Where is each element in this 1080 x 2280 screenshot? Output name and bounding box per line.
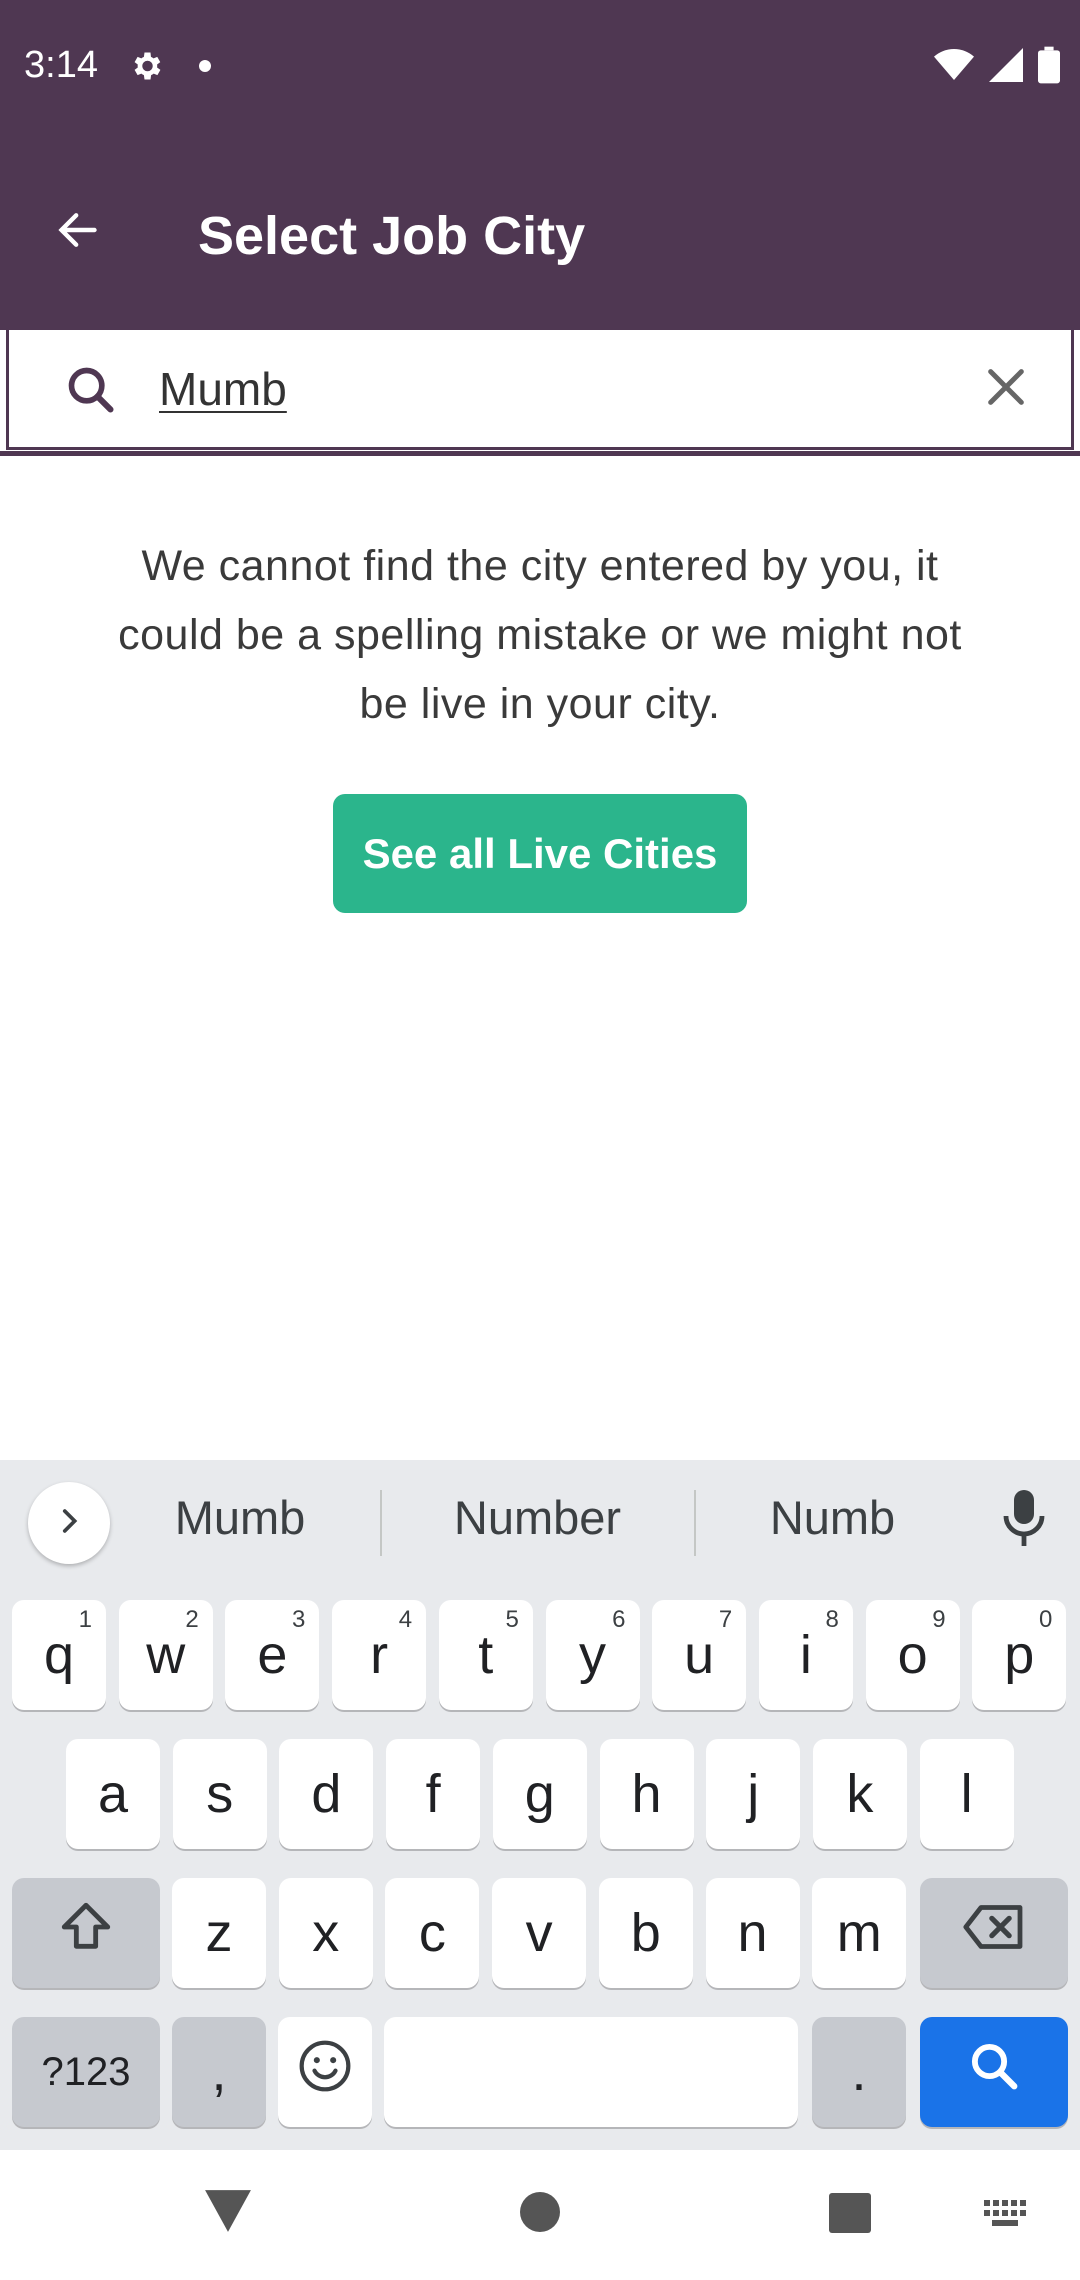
suggestion-divider [694,1490,696,1556]
key-k[interactable]: k [812,1739,907,1849]
key-hint: 6 [612,1606,626,1633]
key-u[interactable]: u7 [652,1600,747,1710]
shift-key[interactable] [12,1878,160,1988]
key-h[interactable]: h [599,1739,694,1849]
period-key[interactable]: . [812,2017,906,2127]
key-label: q [43,1625,75,1685]
key-hint: 4 [398,1606,413,1633]
search-icon [967,2039,1021,2106]
key-label: o [897,1625,928,1685]
key-hint: 5 [505,1606,519,1633]
key-a[interactable]: a [66,1739,160,1849]
signal-icon [988,48,1024,87]
app-bar: Select Job City [0,135,1080,330]
emoji-icon [297,2038,353,2107]
key-label: t [478,1625,494,1685]
key-n[interactable]: n [705,1878,800,1988]
key-label: p [1004,1625,1035,1685]
chevron-right-icon [52,1504,86,1543]
search-key[interactable] [920,2017,1068,2127]
key-s[interactable]: s [172,1739,267,1849]
key-z[interactable]: z [172,1878,266,1988]
see-all-cities-button[interactable]: See all Live Cities [333,794,747,913]
backspace-icon [961,1901,1027,1966]
key-x[interactable]: x [278,1878,373,1988]
empty-state-message: We cannot find the city entered by you, … [118,542,962,728]
close-icon[interactable] [983,364,1029,415]
search-bar [6,330,1074,450]
suggestion-item[interactable]: Number [420,1490,655,1545]
wifi-icon [934,48,974,87]
key-label: u [684,1625,715,1685]
key-hint: 8 [825,1606,839,1633]
key-label: r [370,1625,389,1685]
key-hint: 0 [1038,1606,1053,1633]
key-hint: 2 [185,1606,199,1633]
key-e[interactable]: e3 [225,1600,320,1710]
comma-key[interactable]: , [172,2017,266,2127]
page-title: Select Job City [198,206,586,266]
suggestion-item[interactable]: Mumb [140,1490,340,1545]
suggestion-strip: Mumb Number Numb [0,1460,1080,1585]
soft-keyboard: Mumb Number Numb ?123 , . q1w2e3r4t5y6u7… [0,1460,1080,2150]
key-q[interactable]: q1 [12,1600,106,1710]
key-r[interactable]: r4 [332,1600,427,1710]
key-hint: 7 [718,1606,733,1633]
suggestion-item[interactable]: Numb [725,1490,940,1545]
nav-home-icon[interactable] [518,2190,562,2239]
key-label: e [257,1625,288,1685]
key-label: i [799,1625,812,1685]
key-l[interactable]: l [919,1739,1014,1849]
suggestion-expand-button[interactable] [28,1482,110,1564]
key-y[interactable]: y6 [545,1600,640,1710]
key-hint: 1 [78,1606,92,1633]
key-d[interactable]: d [279,1739,374,1849]
backspace-key[interactable] [920,1878,1068,1988]
nav-back-icon[interactable] [203,2188,253,2239]
key-hint: 9 [932,1606,946,1633]
battery-icon [1038,46,1060,89]
key-t[interactable]: t5 [438,1600,533,1710]
key-v[interactable]: v [492,1878,587,1988]
key-hint: 3 [292,1606,306,1633]
key-f[interactable]: f [386,1739,481,1849]
key-i[interactable]: i8 [758,1600,853,1710]
key-g[interactable]: g [492,1739,587,1849]
search-divider [0,451,1080,456]
key-b[interactable]: b [598,1878,693,1988]
keyboard-switch-icon[interactable] [984,2200,1028,2237]
status-bar: 3:14 [0,0,1080,135]
key-m[interactable]: m [812,1878,907,1988]
status-time: 3:14 [24,44,98,86]
shift-icon [57,1898,115,1969]
settings-icon [128,48,164,89]
nav-recents-icon[interactable] [828,2192,872,2239]
search-input[interactable] [159,354,919,424]
key-j[interactable]: j [706,1739,801,1849]
suggestion-divider [380,1490,382,1556]
symbols-key[interactable]: ?123 [12,2017,160,2127]
search-icon [65,364,117,421]
space-key[interactable] [384,2017,798,2127]
key-c[interactable]: c [385,1878,480,1988]
emoji-key[interactable] [278,2017,372,2127]
back-arrow-icon [53,208,103,257]
key-label: y [579,1625,606,1685]
key-p[interactable]: p0 [972,1600,1067,1710]
notification-dot-icon [198,59,212,78]
mic-icon[interactable] [1000,1488,1048,1553]
key-w[interactable]: w2 [118,1600,213,1710]
key-o[interactable]: o9 [865,1600,960,1710]
system-nav-bar [0,2150,1080,2280]
key-label: w [146,1625,186,1685]
back-button[interactable] [38,197,118,267]
